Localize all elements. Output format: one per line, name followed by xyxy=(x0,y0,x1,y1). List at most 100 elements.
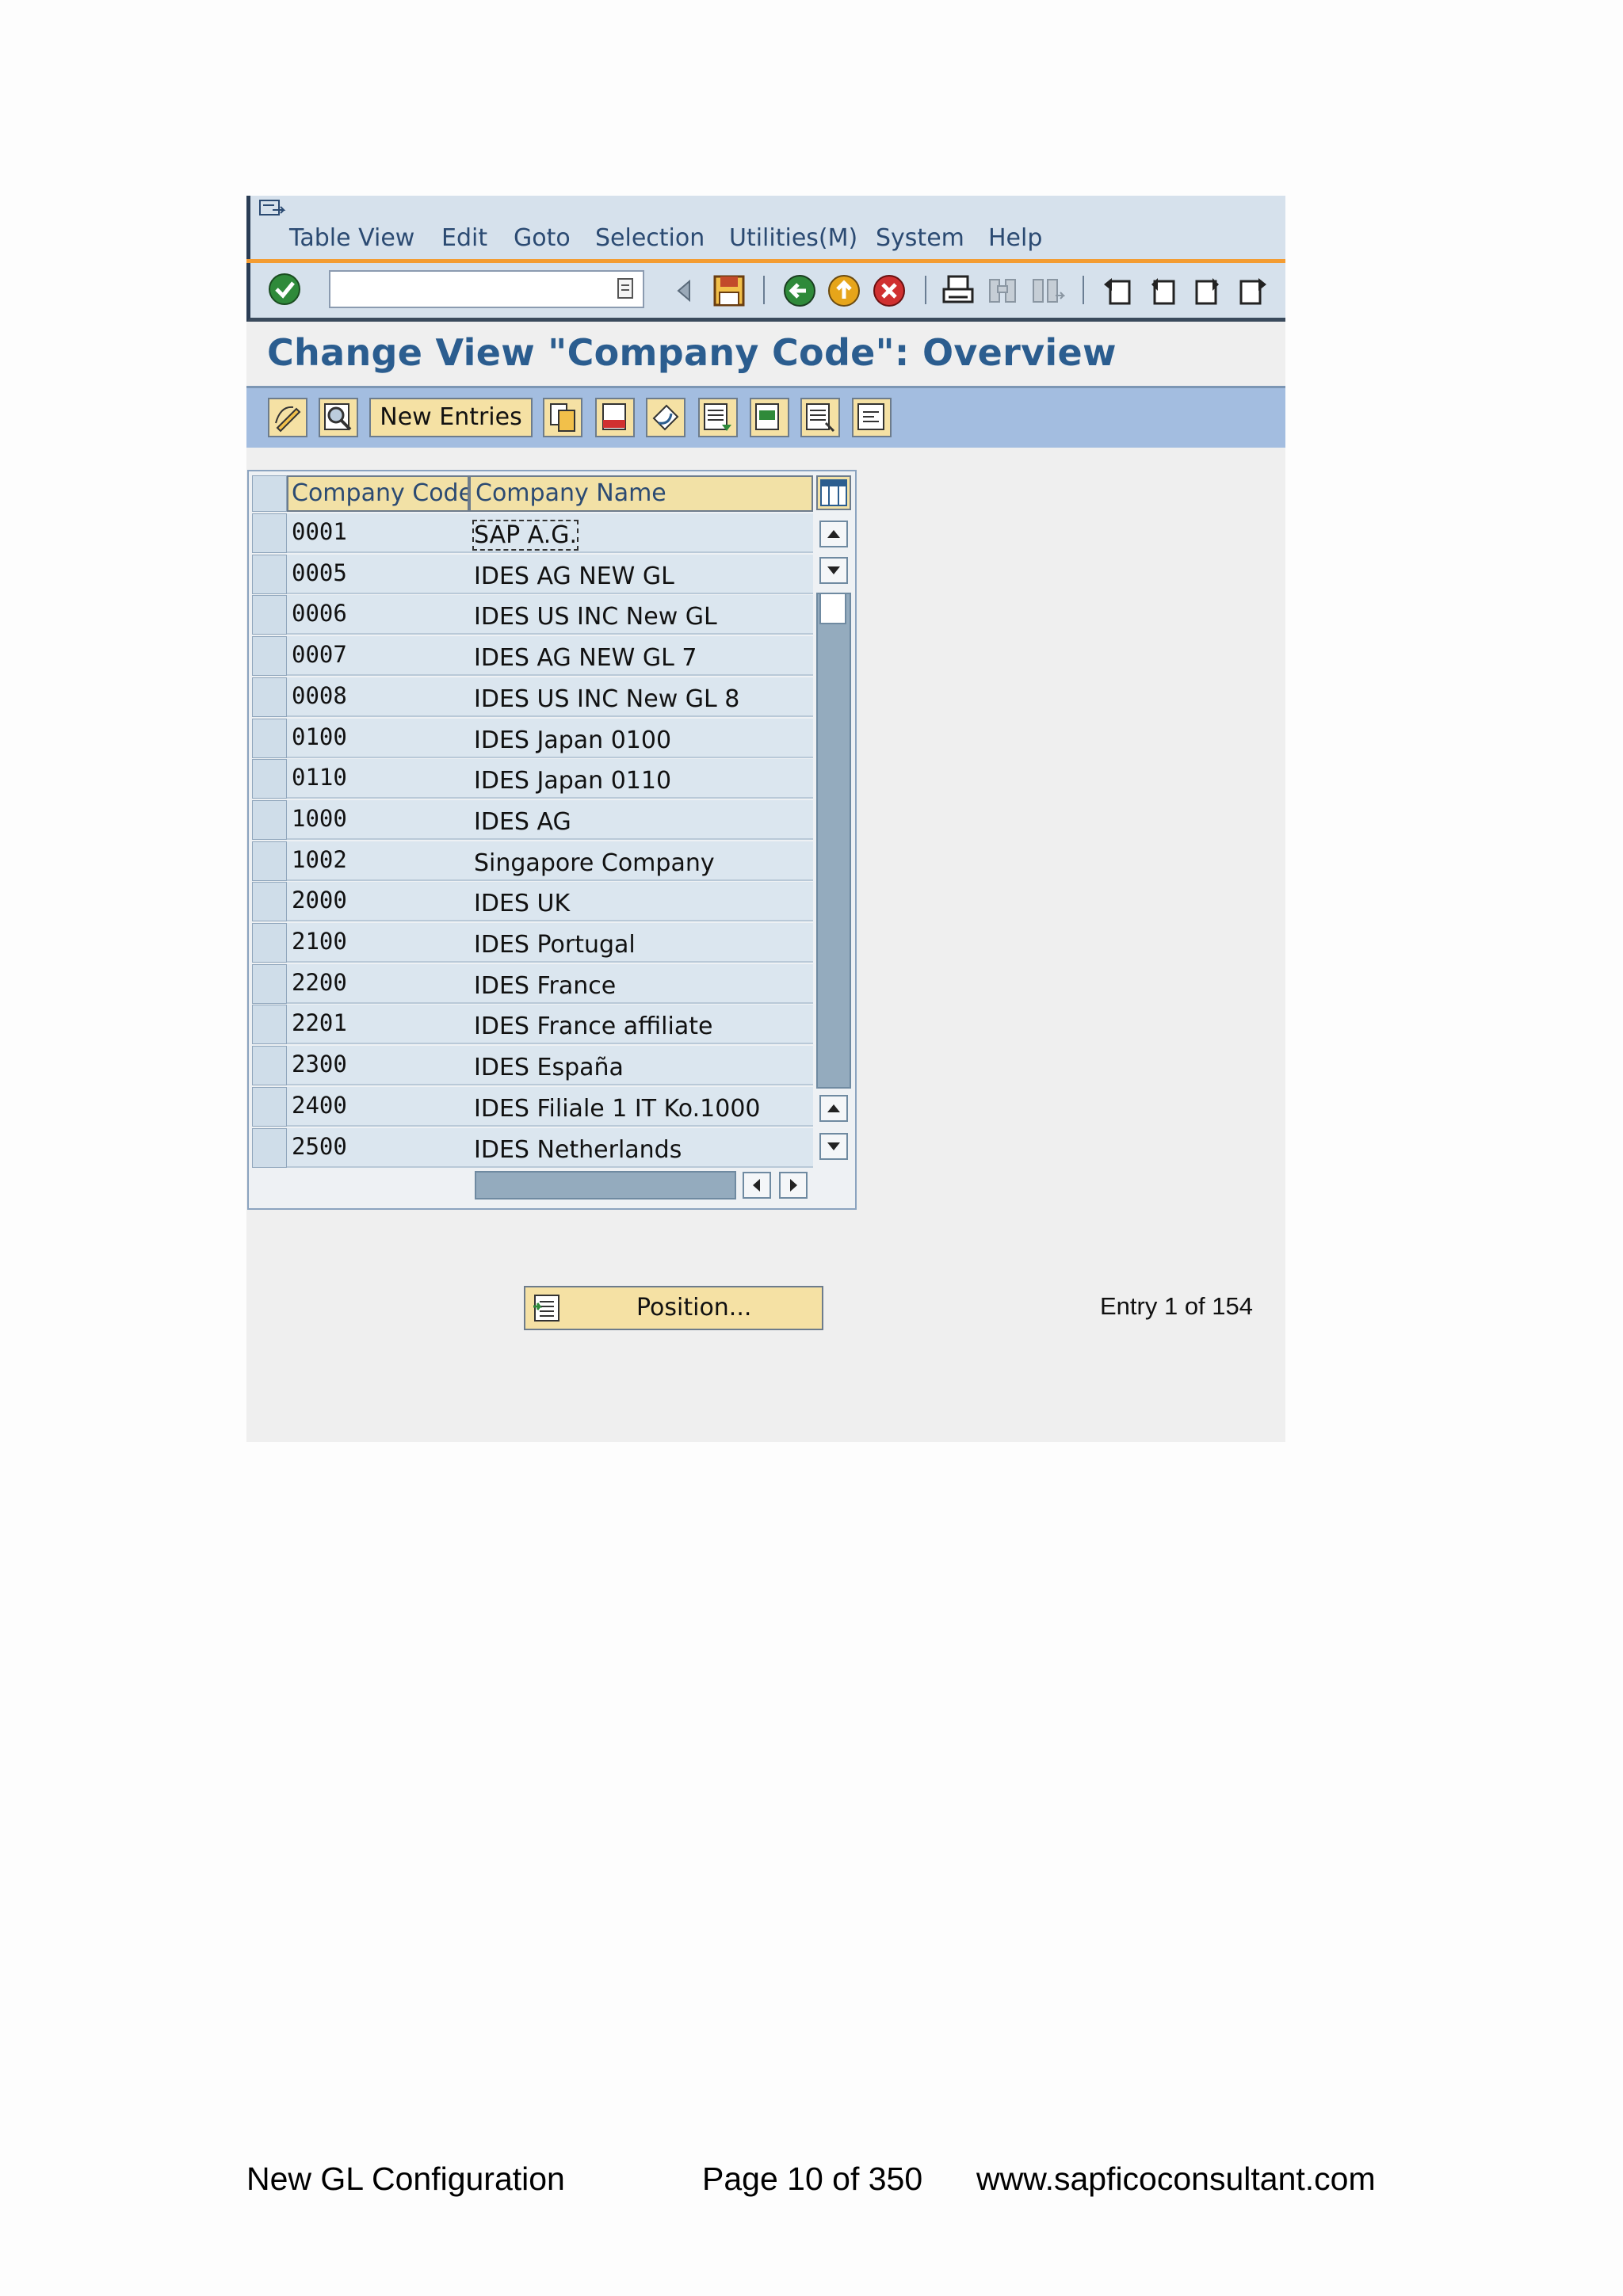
row-selector[interactable] xyxy=(252,841,287,881)
display-change-button[interactable] xyxy=(268,398,307,437)
cell-company-name[interactable]: IDES US INC New GL 8 xyxy=(469,677,813,717)
cell-company-name[interactable]: SAP A.G. xyxy=(469,513,813,553)
cell-company-code[interactable]: 1002 xyxy=(287,841,469,881)
cell-company-code[interactable]: 2300 xyxy=(287,1046,469,1085)
print-field-button[interactable] xyxy=(852,398,892,437)
row-selector[interactable] xyxy=(252,800,287,840)
cell-company-name[interactable]: IDES Netherlands xyxy=(469,1128,813,1168)
last-page-icon[interactable] xyxy=(1235,273,1270,308)
cell-company-name[interactable]: IDES Japan 0110 xyxy=(469,759,813,799)
cell-company-name[interactable]: IDES AG NEW GL 7 xyxy=(469,636,813,676)
cell-company-code[interactable]: 2000 xyxy=(287,882,469,921)
cell-company-name[interactable]: Singapore Company xyxy=(469,841,813,881)
cell-company-name[interactable]: IDES España xyxy=(469,1046,813,1085)
copy-as-button[interactable] xyxy=(543,398,582,437)
cell-company-name[interactable]: IDES AG NEW GL xyxy=(469,555,813,594)
cell-company-name[interactable]: IDES US INC New GL xyxy=(469,595,813,635)
back-icon[interactable] xyxy=(782,273,817,308)
vertical-scroll-thumb[interactable] xyxy=(819,593,846,624)
menu-utilities[interactable]: Utilities(M) xyxy=(729,224,857,252)
menu-table-view[interactable]: Table View xyxy=(289,224,414,252)
row-selector[interactable] xyxy=(252,964,287,1004)
cell-company-name[interactable]: IDES AG xyxy=(469,800,813,840)
page-up-button[interactable] xyxy=(819,1095,848,1122)
select-all-rows-button[interactable] xyxy=(252,475,287,512)
triangle-up-icon xyxy=(827,1104,840,1112)
row-selector[interactable] xyxy=(252,759,287,799)
menu-options-icon[interactable] xyxy=(258,199,287,221)
scroll-right-button[interactable] xyxy=(779,1172,808,1199)
row-selector[interactable] xyxy=(252,677,287,717)
vertical-scrollbar[interactable] xyxy=(816,593,851,1089)
first-page-icon[interactable] xyxy=(1101,273,1136,308)
enter-icon[interactable] xyxy=(267,272,302,307)
undo-change-button[interactable] xyxy=(646,398,685,437)
table-settings-button[interactable] xyxy=(816,475,851,510)
cell-company-name[interactable]: IDES Filiale 1 IT Ko.1000 xyxy=(469,1087,813,1127)
cell-company-code[interactable]: 2100 xyxy=(287,923,469,963)
cell-company-name[interactable]: IDES Japan 0100 xyxy=(469,719,813,758)
next-page-icon[interactable] xyxy=(1190,273,1225,308)
cell-company-code[interactable]: 2201 xyxy=(287,1005,469,1044)
triangle-down-icon xyxy=(827,566,840,574)
triangle-down-icon xyxy=(827,1142,840,1150)
row-selector[interactable] xyxy=(252,1128,287,1168)
row-selector[interactable] xyxy=(252,513,287,553)
horizontal-scrollbar[interactable] xyxy=(475,1171,736,1199)
row-selector[interactable] xyxy=(252,1046,287,1085)
cell-company-name[interactable]: IDES Portugal xyxy=(469,923,813,963)
menu-system[interactable]: System xyxy=(876,224,964,252)
company-name-text: IDES France affiliate xyxy=(474,1013,713,1040)
position-button[interactable]: Position... xyxy=(524,1286,823,1330)
cell-company-code[interactable]: 0100 xyxy=(287,719,469,758)
cell-company-code[interactable]: 2400 xyxy=(287,1087,469,1127)
cell-company-code[interactable]: 0007 xyxy=(287,636,469,676)
row-selector[interactable] xyxy=(252,882,287,921)
row-selector[interactable] xyxy=(252,1087,287,1127)
row-selector[interactable] xyxy=(252,555,287,594)
menu-goto[interactable]: Goto xyxy=(514,224,571,252)
menu-selection[interactable]: Selection xyxy=(595,224,705,252)
print-icon[interactable] xyxy=(941,273,976,308)
cell-company-code[interactable]: 0008 xyxy=(287,677,469,717)
scroll-up-button[interactable] xyxy=(819,521,848,547)
cell-company-code[interactable]: 1000 xyxy=(287,800,469,840)
cancel-icon[interactable] xyxy=(872,273,907,308)
select-all-button[interactable] xyxy=(698,398,738,437)
exit-icon[interactable] xyxy=(827,273,861,308)
cell-company-code[interactable]: 2200 xyxy=(287,964,469,1004)
cell-company-code[interactable]: 0006 xyxy=(287,595,469,635)
cell-company-name[interactable]: IDES France affiliate xyxy=(469,1005,813,1044)
cell-company-name[interactable]: IDES UK xyxy=(469,882,813,921)
page-title: Change View "Company Code": Overview xyxy=(267,331,1117,374)
cell-company-name[interactable]: IDES France xyxy=(469,964,813,1004)
menu-help[interactable]: Help xyxy=(988,224,1042,252)
new-entries-button[interactable]: New Entries xyxy=(369,398,533,437)
row-selector[interactable] xyxy=(252,595,287,635)
command-dropdown-icon[interactable] xyxy=(613,274,637,304)
delete-button[interactable] xyxy=(595,398,635,437)
save-icon[interactable] xyxy=(712,273,747,308)
back-arrow-icon[interactable] xyxy=(667,273,702,308)
column-header-company-code[interactable]: Company Code xyxy=(287,475,469,512)
find-next-icon[interactable] xyxy=(1030,273,1065,308)
find-icon[interactable] xyxy=(985,273,1020,308)
row-selector[interactable] xyxy=(252,923,287,963)
cell-company-code[interactable]: 0001 xyxy=(287,513,469,553)
cell-company-code[interactable]: 0005 xyxy=(287,555,469,594)
column-header-company-name[interactable]: Company Name xyxy=(469,475,813,512)
details-button[interactable] xyxy=(319,398,358,437)
scroll-left-button[interactable] xyxy=(743,1172,771,1199)
command-field[interactable] xyxy=(329,270,644,308)
previous-page-icon[interactable] xyxy=(1145,273,1180,308)
cell-company-code[interactable]: 0110 xyxy=(287,759,469,799)
row-selector[interactable] xyxy=(252,636,287,676)
row-selector[interactable] xyxy=(252,1005,287,1044)
select-block-button[interactable] xyxy=(750,398,789,437)
menu-edit[interactable]: Edit xyxy=(441,224,487,252)
scroll-down-button[interactable] xyxy=(819,557,848,584)
cell-company-code[interactable]: 2500 xyxy=(287,1128,469,1168)
page-down-button[interactable] xyxy=(819,1133,848,1160)
row-selector[interactable] xyxy=(252,719,287,758)
deselect-all-button[interactable] xyxy=(800,398,840,437)
